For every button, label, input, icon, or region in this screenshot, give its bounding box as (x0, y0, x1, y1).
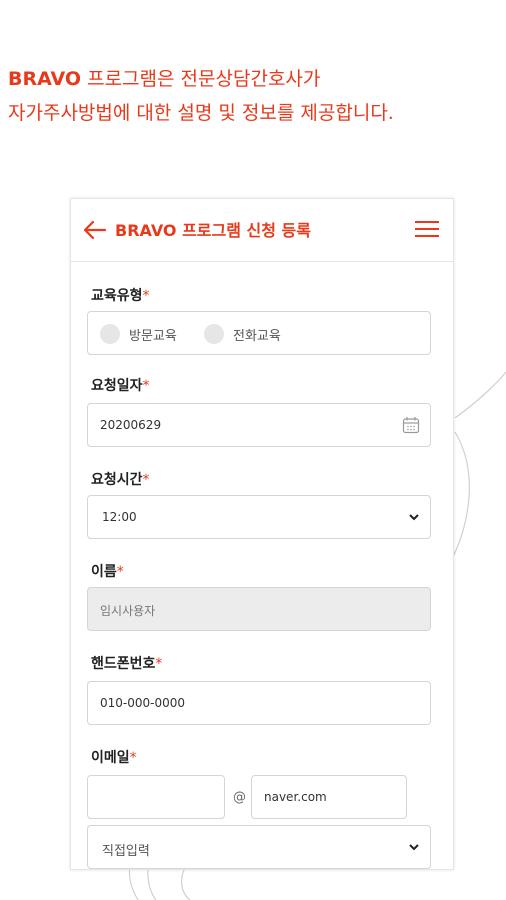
email-domain-select-value: 직접입력 (102, 844, 150, 859)
promo-headline: BRAVO 프로그램은 전문상담간호사가 자가주사방법에 대한 설명 및 정보를… (8, 62, 506, 130)
education-type-label: 교육유형* (91, 288, 150, 304)
request-time-value: 12:00 (102, 510, 137, 524)
chevron-down-icon (409, 844, 419, 851)
radio-circle-icon (204, 324, 224, 344)
radio-phone-education[interactable]: 전화교육 (204, 324, 281, 344)
required-mark: * (142, 288, 150, 304)
email-domain-select[interactable]: 직접입력 (87, 825, 431, 869)
chevron-down-icon (409, 514, 419, 521)
app-bar: BRAVO 프로그램 신청 등록 (71, 199, 453, 262)
name-label: 이름* (91, 564, 124, 580)
request-time-select[interactable]: 12:00 (87, 495, 431, 539)
phone-input[interactable]: 010-000-0000 (87, 681, 431, 725)
radio-circle-icon (100, 324, 120, 344)
headline-line-2: 자가주사방법에 대한 설명 및 정보를 제공합니다. (8, 102, 394, 124)
request-date-value: 20200629 (100, 418, 162, 432)
email-at-sign: @ (233, 790, 246, 805)
headline-line-1: BRAVO 프로그램은 전문상담간호사가 (8, 62, 506, 96)
phone-label: 핸드폰번호* (91, 656, 163, 672)
radio-visit-label: 방문교육 (129, 328, 177, 344)
phone-value: 010-000-0000 (100, 696, 186, 710)
education-type-radio-group: 방문교육 전화교육 (87, 311, 431, 355)
request-date-label: 요청일자* (91, 378, 150, 394)
email-local-input[interactable] (87, 775, 225, 819)
name-input: 임시사용자 (87, 587, 431, 631)
headline-line-1-text: 프로그램은 전문상담간호사가 (81, 68, 321, 90)
email-domain-input[interactable]: naver.com (251, 775, 407, 819)
hamburger-menu-icon[interactable] (415, 221, 439, 239)
calendar-icon[interactable] (402, 416, 420, 434)
back-arrow-icon[interactable] (83, 219, 107, 241)
radio-phone-label: 전화교육 (233, 328, 281, 344)
email-label: 이메일* (91, 750, 137, 766)
name-value: 임시사용자 (100, 604, 156, 618)
email-domain-value: naver.com (264, 790, 327, 804)
request-time-label: 요청시간* (91, 472, 150, 488)
headline-brand: BRAVO (8, 68, 82, 90)
phone-screen: BRAVO 프로그램 신청 등록 교육유형* 방문교육 전화교육 요청일자* 2… (70, 198, 454, 870)
radio-visit-education[interactable]: 방문교육 (100, 324, 177, 344)
request-date-input[interactable]: 20200629 (87, 403, 431, 447)
page-title: BRAVO 프로그램 신청 등록 (115, 221, 311, 240)
